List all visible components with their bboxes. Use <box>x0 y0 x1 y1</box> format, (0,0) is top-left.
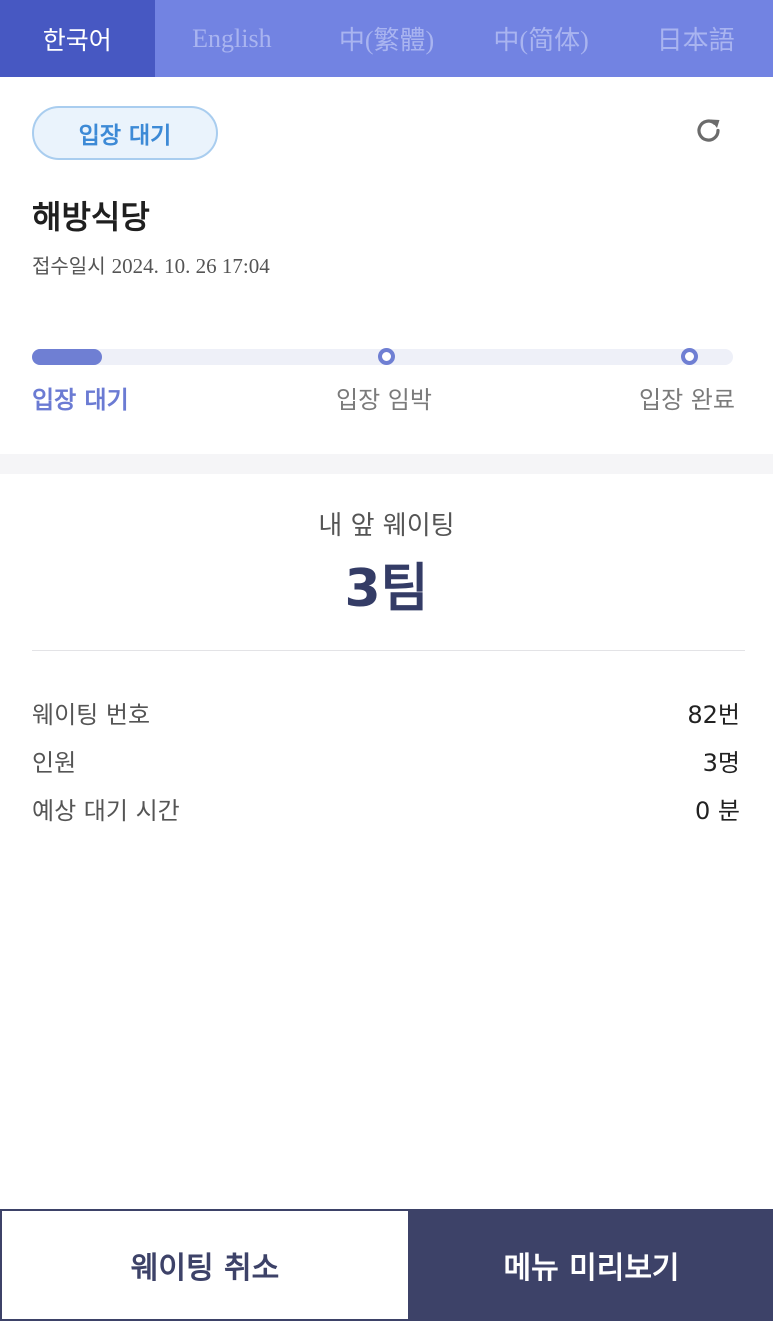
section-divider <box>0 454 773 474</box>
waiting-status-page: 한국어 English 中(繁體) 中(简体) 日本語 입장 대기 해방식당 접… <box>0 0 773 1321</box>
progress-fill <box>32 349 102 365</box>
progress-dot-step-3 <box>681 348 698 365</box>
received-label: 접수일시 <box>32 254 106 278</box>
info-value: 82번 <box>687 700 740 729</box>
info-label: 인원 <box>32 748 77 777</box>
tab-korean[interactable]: 한국어 <box>0 0 155 77</box>
language-tab-bar: 한국어 English 中(繁體) 中(简体) 日本語 <box>0 0 773 77</box>
bottom-action-bar: 웨이팅 취소 메뉴 미리보기 <box>0 1209 773 1321</box>
restaurant-name: 해방식당 <box>32 198 150 236</box>
info-row-waiting-number: 웨이팅 번호 82번 <box>32 694 740 730</box>
tab-japanese[interactable]: 日本語 <box>618 0 773 77</box>
info-row-estimated-wait: 예상 대기 시간 0 분 <box>32 790 740 826</box>
step-label-imminent: 입장 임박 <box>336 386 432 414</box>
status-badge: 입장 대기 <box>32 106 218 160</box>
progress-track <box>32 348 733 365</box>
refresh-button[interactable] <box>686 108 732 154</box>
info-value: 0 분 <box>695 796 740 825</box>
received-datetime: 접수일시 2024. 10. 26 17:04 <box>32 250 270 279</box>
tab-chinese-simplified[interactable]: 中(简体) <box>464 0 619 77</box>
menu-preview-button[interactable]: 메뉴 미리보기 <box>410 1209 773 1321</box>
teams-ahead-label: 내 앞 웨이팅 <box>318 511 455 541</box>
info-value: 3명 <box>702 748 740 777</box>
refresh-icon <box>697 119 720 142</box>
step-label-complete: 입장 완료 <box>639 386 735 414</box>
tab-chinese-traditional[interactable]: 中(繁體) <box>309 0 464 77</box>
info-label: 웨이팅 번호 <box>32 700 151 729</box>
step-label-waiting: 입장 대기 <box>32 386 129 414</box>
tab-english[interactable]: English <box>155 0 310 77</box>
teams-ahead-value: 3팀 <box>344 559 429 619</box>
info-row-party-size: 인원 3명 <box>32 742 740 778</box>
progress-dot-step-2 <box>378 348 395 365</box>
info-label: 예상 대기 시간 <box>32 796 180 825</box>
divider <box>32 650 745 651</box>
received-value: 2024. 10. 26 17:04 <box>111 254 270 278</box>
cancel-waiting-button[interactable]: 웨이팅 취소 <box>0 1209 410 1321</box>
